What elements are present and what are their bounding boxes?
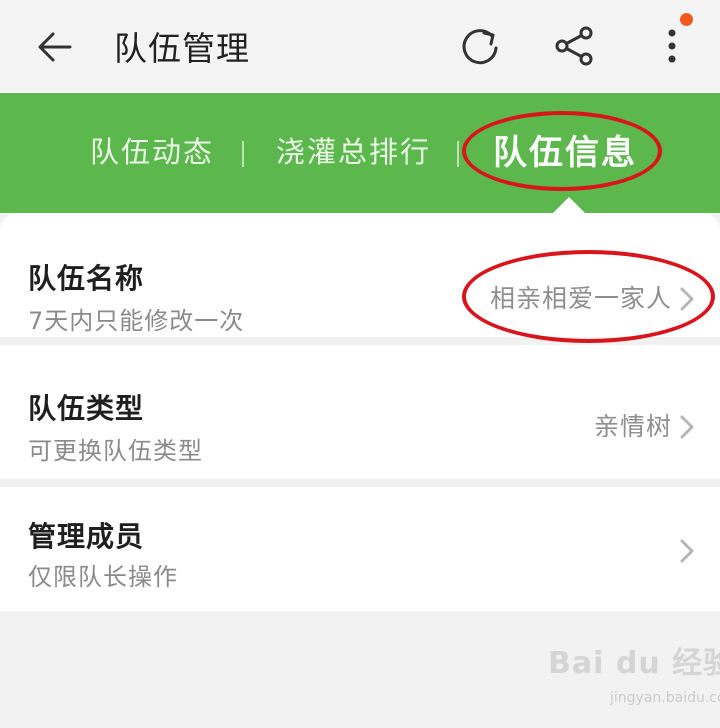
watermark-url: jingyan.baidu.com [610, 690, 720, 706]
active-tab-pointer [553, 197, 585, 213]
highlight-circle-annotation [462, 111, 662, 191]
chevron-right-icon [680, 539, 694, 563]
tab-separator [242, 141, 244, 167]
row-label: 队伍类型 [28, 392, 145, 425]
row-label: 队伍名称 [28, 262, 145, 295]
row-label: 管理成员 [28, 520, 145, 553]
share-icon[interactable] [553, 24, 597, 68]
row-divider [0, 479, 720, 487]
highlight-circle-annotation [462, 250, 715, 343]
notification-dot [680, 13, 693, 26]
list-item-team-type[interactable]: 队伍类型 可更换队伍类型 亲情树 [0, 345, 720, 469]
row-value: 亲情树 [593, 412, 672, 441]
refresh-icon[interactable] [458, 24, 502, 68]
tab-watering-ranking[interactable]: 浇灌总排行 [276, 129, 431, 171]
tab-separator [457, 141, 459, 167]
row-subtitle: 可更换队伍类型 [28, 437, 203, 465]
top-app-bar: 队伍管理 [0, 0, 720, 93]
row-subtitle: 7天内只能修改一次 [28, 307, 245, 335]
more-vertical-icon[interactable] [660, 24, 690, 68]
row-subtitle: 仅限队长操作 [28, 563, 178, 591]
baidu-jingyan-watermark: Bai du 经验 [548, 646, 720, 681]
chevron-right-icon [680, 415, 694, 439]
list-item-manage-members[interactable]: 管理成员 仅限队长操作 [0, 487, 720, 611]
tab-team-activity[interactable]: 队伍动态 [90, 129, 214, 171]
page-title: 队伍管理 [114, 29, 250, 68]
tab-bar: 队伍动态 浇灌总排行 队伍信息 [0, 93, 720, 213]
back-arrow-icon[interactable] [34, 26, 76, 68]
